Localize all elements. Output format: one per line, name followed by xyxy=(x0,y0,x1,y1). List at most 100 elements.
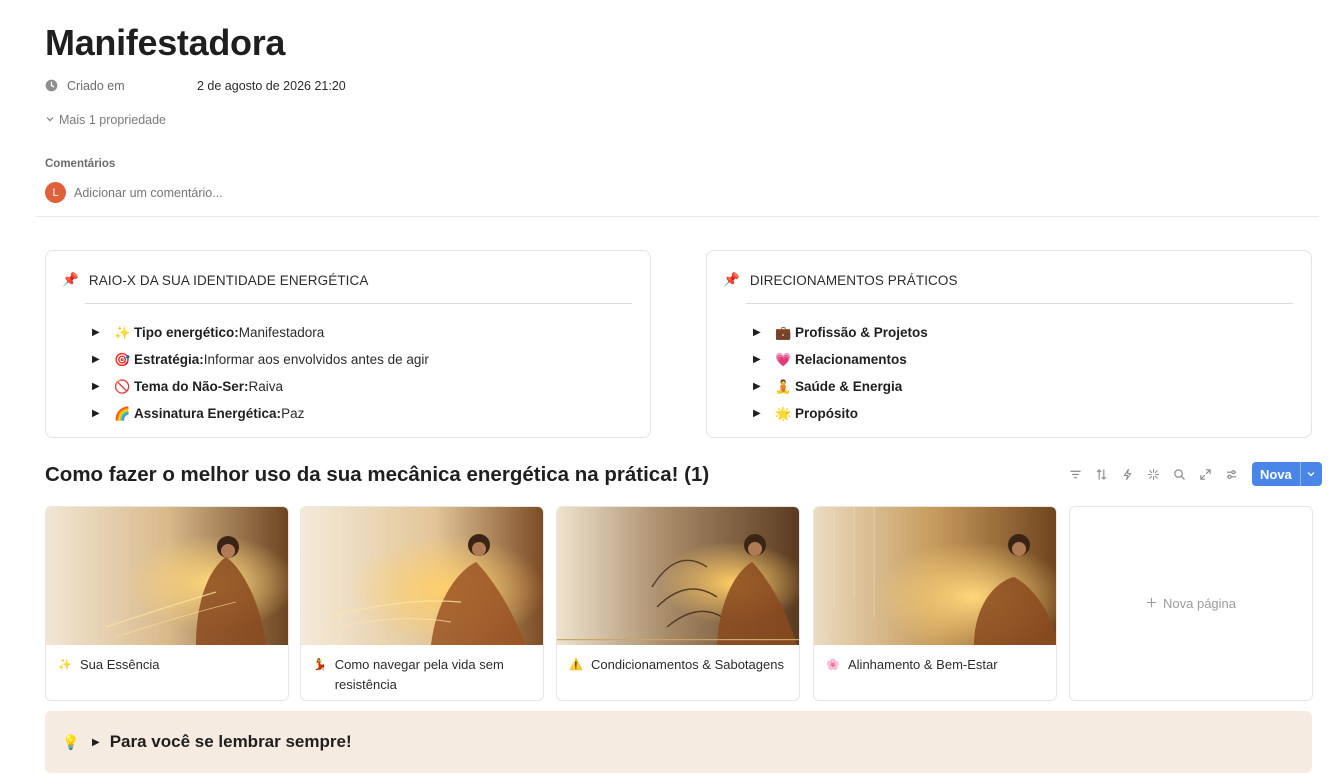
heart-icon: 💗 xyxy=(775,351,792,367)
database-toolbar: Nova xyxy=(1064,462,1322,486)
toggle-label: Saúde & Energia xyxy=(795,379,903,394)
comment-composer: L xyxy=(45,182,474,203)
clock-icon xyxy=(45,79,59,93)
toggle-value: Paz xyxy=(281,406,305,421)
toggle-label: Profissão & Projetos xyxy=(795,325,928,340)
card-title: Sua Essência xyxy=(80,657,160,672)
gallery-card[interactable]: ✨ Sua Essência xyxy=(45,506,289,701)
card-title: Como navegar pela vida sem resistência xyxy=(334,657,504,692)
toggle-value: Manifestadora xyxy=(238,325,325,340)
callout-identity-title: RAIO-X DA SUA IDENTIDADE ENERGÉTICA xyxy=(88,272,369,288)
meditation-icon: 🧘 xyxy=(775,378,792,394)
toggle-value: Informar aos envolvidos antes de agir xyxy=(203,352,429,367)
card-caption: 💃 Como navegar pela vida sem resistência xyxy=(301,645,543,700)
divider xyxy=(36,216,1319,217)
warning-icon: ⚠️ xyxy=(569,659,583,671)
prohibited-icon: 🚫 xyxy=(114,378,131,394)
briefcase-icon: 💼 xyxy=(775,324,792,340)
card-cover-image xyxy=(46,507,288,645)
toggle-triangle-icon[interactable]: ▶ xyxy=(753,354,763,365)
plus-icon xyxy=(1146,596,1157,611)
toggle-value: Raiva xyxy=(248,379,284,394)
rainbow-icon: 🌈 xyxy=(114,405,131,421)
toggle-triangle-icon[interactable]: ▶ xyxy=(753,381,763,392)
callout-identity-header: 📌 RAIO-X DA SUA IDENTIDADE ENERGÉTICA xyxy=(62,272,368,288)
toggle-item[interactable]: ▶ ✨ Tipo energético: Manifestadora xyxy=(92,319,429,346)
callout-divider xyxy=(746,303,1293,304)
toggle-label: Tipo energético: xyxy=(134,325,239,340)
toggle-triangle-icon[interactable]: ▶ xyxy=(92,737,100,748)
callout-directions-header: 📌 DIRECIONAMENTOS PRÁTICOS xyxy=(723,272,958,288)
comments-heading: Comentários xyxy=(45,158,116,170)
property-value[interactable]: 2 de agosto de 2026 21:20 xyxy=(197,79,346,93)
directions-toggle-list: ▶ 💼 Profissão & Projetos ▶ 💗 Relacioname… xyxy=(753,319,928,427)
more-properties-toggle[interactable]: Mais 1 propriedade xyxy=(45,113,166,127)
chevron-down-icon[interactable] xyxy=(1299,462,1322,486)
more-properties-label: Mais 1 propriedade xyxy=(59,113,167,127)
target-icon: 🎯 xyxy=(114,351,131,367)
callout-identity: 📌 RAIO-X DA SUA IDENTIDADE ENERGÉTICA ▶ … xyxy=(45,250,651,438)
identity-toggle-list: ▶ ✨ Tipo energético: Manifestadora ▶ 🎯 E… xyxy=(92,319,429,427)
expand-icon[interactable] xyxy=(1194,463,1216,485)
new-entry-button[interactable]: Nova xyxy=(1252,462,1322,486)
card-cover-image xyxy=(301,507,543,645)
toggle-triangle-icon[interactable]: ▶ xyxy=(753,408,763,419)
property-label[interactable]: Criado em xyxy=(67,79,197,93)
lightbulb-icon: 💡 xyxy=(62,733,80,750)
toggle-label: Assinatura Energética: xyxy=(134,406,282,421)
toggle-item[interactable]: ▶ 🌟 Propósito xyxy=(753,400,928,427)
search-icon[interactable] xyxy=(1168,463,1190,485)
toggle-label: Tema do Não-Ser: xyxy=(134,379,249,394)
pushpin-icon: 📌 xyxy=(723,272,740,287)
callout-divider xyxy=(85,303,632,304)
toggle-item[interactable]: ▶ 🚫 Tema do Não-Ser: Raiva xyxy=(92,373,429,400)
card-caption: ⚠️ Condicionamentos & Sabotagens xyxy=(557,645,799,685)
automation-icon[interactable] xyxy=(1116,463,1138,485)
card-cover-image xyxy=(814,507,1056,645)
sparkles-icon: ✨ xyxy=(114,324,131,340)
toggle-triangle-icon[interactable]: ▶ xyxy=(92,408,102,419)
ai-icon[interactable] xyxy=(1142,463,1164,485)
card-caption: 🌸 Alinhamento & Bem-Estar xyxy=(814,645,1056,685)
database-title[interactable]: Como fazer o melhor uso da sua mecânica … xyxy=(45,463,709,487)
filter-icon[interactable] xyxy=(1064,463,1086,485)
toggle-label: Estratégia: xyxy=(134,352,204,367)
sort-icon[interactable] xyxy=(1090,463,1112,485)
created-property: Criado em 2 de agosto de 2026 21:20 xyxy=(45,78,346,94)
chevron-down-icon xyxy=(45,113,55,127)
gallery-card[interactable]: ⚠️ Condicionamentos & Sabotagens xyxy=(556,506,800,701)
new-button-label[interactable]: Nova xyxy=(1252,462,1300,486)
page-title: Manifestadora xyxy=(45,22,286,63)
card-title: Alinhamento & Bem-Estar xyxy=(848,657,998,672)
blossom-icon: 🌸 xyxy=(826,659,840,671)
toggle-triangle-icon[interactable]: ▶ xyxy=(753,327,763,338)
card-caption: ✨ Sua Essência xyxy=(46,645,288,685)
new-page-label: Nova página xyxy=(1163,596,1236,611)
new-page-card[interactable]: Nova página xyxy=(1069,506,1313,701)
toggle-item[interactable]: ▶ 💗 Relacionamentos xyxy=(753,346,928,373)
toggle-triangle-icon[interactable]: ▶ xyxy=(92,354,102,365)
toggle-item[interactable]: ▶ 💼 Profissão & Projetos xyxy=(753,319,928,346)
reminder-callout[interactable]: 💡 ▶ Para você se lembrar sempre! xyxy=(45,711,1312,773)
callout-directions: 📌 DIRECIONAMENTOS PRÁTICOS ▶ 💼 Profissão… xyxy=(706,250,1312,438)
toggle-label: Propósito xyxy=(795,406,858,421)
toggle-triangle-icon[interactable]: ▶ xyxy=(92,327,102,338)
reminder-title: Para você se lembrar sempre! xyxy=(109,732,352,751)
dancer-icon: 💃 xyxy=(313,659,327,671)
card-title: Condicionamentos & Sabotagens xyxy=(591,657,784,672)
toggle-item[interactable]: ▶ 🌈 Assinatura Energética: Paz xyxy=(92,400,429,427)
callout-directions-title: DIRECIONAMENTOS PRÁTICOS xyxy=(749,272,958,288)
comment-input[interactable] xyxy=(74,185,474,200)
settings-icon[interactable] xyxy=(1220,463,1242,485)
gallery-card[interactable]: 🌸 Alinhamento & Bem-Estar xyxy=(813,506,1057,701)
sparkles-icon: ✨ xyxy=(58,659,72,671)
pushpin-icon: 📌 xyxy=(62,272,79,287)
avatar: L xyxy=(45,182,66,203)
card-cover-image xyxy=(557,507,799,645)
gallery-card[interactable]: 💃 Como navegar pela vida sem resistência xyxy=(300,506,544,701)
toggle-label: Relacionamentos xyxy=(795,352,907,367)
toggle-item[interactable]: ▶ 🧘 Saúde & Energia xyxy=(753,373,928,400)
toggle-triangle-icon[interactable]: ▶ xyxy=(92,381,102,392)
star-icon: 🌟 xyxy=(775,405,792,421)
toggle-item[interactable]: ▶ 🎯 Estratégia: Informar aos envolvidos … xyxy=(92,346,429,373)
